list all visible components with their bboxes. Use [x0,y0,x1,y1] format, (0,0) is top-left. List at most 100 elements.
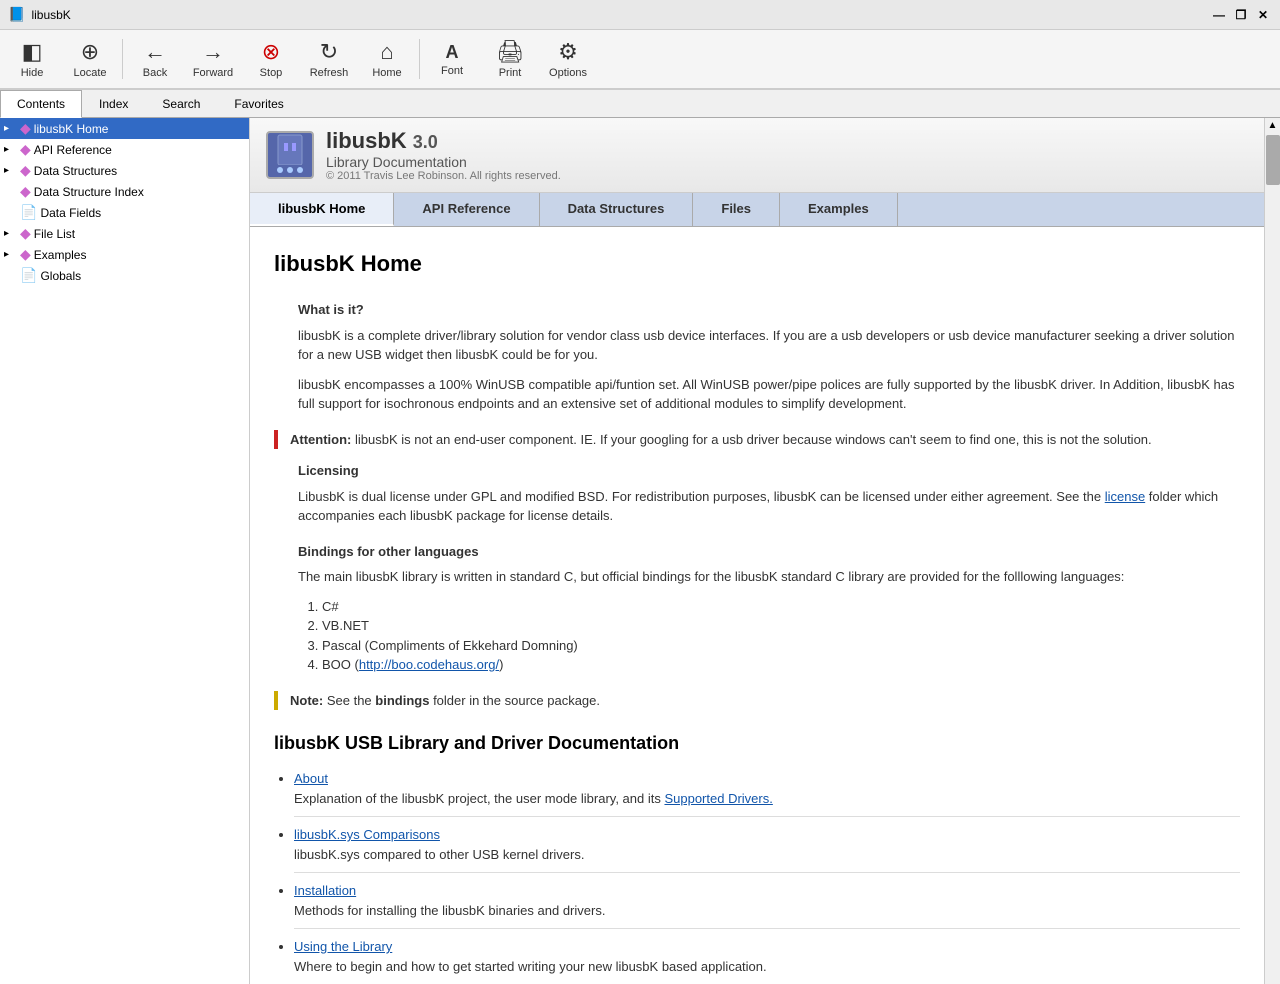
stop-icon: ⊗ [262,39,280,65]
nav-tab-home[interactable]: libusbK Home [250,193,394,226]
home-button[interactable]: ⌂ Home [359,32,415,86]
binding-3: Pascal (Compliments of Ekkehard Domning) [322,636,1240,656]
subtitle: Library Documentation [326,154,561,170]
page-title: libusbK Home [274,247,1240,280]
using-library-link[interactable]: Using the Library [294,939,392,954]
window-controls[interactable]: — ❐ ✕ [1210,6,1272,24]
sidebar-item-label-ds: Data Structures [34,164,117,178]
print-button[interactable]: 🖨 Print [482,32,538,86]
sidebar-tab-row: Contents Index Search Favorites [0,90,1280,118]
binding-1: C# [322,597,1240,617]
title-bar: 📘 libusbK — ❐ ✕ [0,0,1280,30]
note-post: folder in the source package. [429,693,600,708]
sidebar-item-examples[interactable]: ▸ ◆ Examples [0,244,249,265]
section2-title: libusbK USB Library and Driver Documenta… [274,730,1240,757]
about-link[interactable]: About [294,771,328,786]
tab-contents[interactable]: Contents [0,90,82,118]
font-label: Font [441,65,463,77]
back-icon: ← [144,39,166,65]
app-name-text: libusbK [326,128,413,153]
app-title: libusbK [31,8,70,22]
version-text: 3.0 [413,132,438,152]
bindings-list: C# VB.NET Pascal (Compliments of Ekkehar… [298,597,1240,675]
minimize-button[interactable]: — [1210,6,1228,24]
attention-text: libusbK is not an end-user component. IE… [355,432,1152,447]
sidebar-item-globals[interactable]: 📄 Globals [0,265,249,286]
licensing-section: Licensing LibusbK is dual license under … [274,461,1240,526]
ds-tree-icon: ◆ [20,162,31,179]
locate-button[interactable]: ⊕ Locate [62,32,118,86]
list-item-about: About Explanation of the libusbK project… [294,769,1240,808]
nav-tab-files[interactable]: Files [693,193,780,226]
back-label: Back [143,67,167,79]
toolbar: ◧ Hide ⊕ Locate ← Back → Forward ⊗ Stop … [0,30,1280,90]
installation-desc: Methods for installing the libusbK binar… [294,903,605,918]
logo-text: libusbK 3.0 Library Documentation © 2011… [326,128,561,182]
sidebar-item-label-gl: Globals [40,269,81,283]
refresh-icon: ↻ [320,39,338,65]
gl-tree-icon: 📄 [20,267,37,284]
close-button[interactable]: ✕ [1254,6,1272,24]
font-icon: A [446,42,459,63]
expand-icon-fl: ▸ [4,228,20,239]
home-tree-icon: ◆ [20,120,31,137]
stop-button[interactable]: ⊗ Stop [243,32,299,86]
what-is-it-title: What is it? [298,300,1240,320]
forward-button[interactable]: → Forward [185,32,241,86]
options-icon: ⚙ [558,39,578,65]
installation-link[interactable]: Installation [294,883,356,898]
sidebar-item-data-structure-index[interactable]: ◆ Data Structure Index [0,181,249,202]
options-button[interactable]: ⚙ Options [540,32,596,86]
what-is-it-p2: libusbK encompasses a 100% WinUSB compat… [298,375,1240,414]
maximize-button[interactable]: ❐ [1232,6,1250,24]
refresh-button[interactable]: ↻ Refresh [301,32,357,86]
sidebar-item-label-api: API Reference [34,143,112,157]
sidebar-item-data-fields[interactable]: 📄 Data Fields [0,202,249,223]
sidebar-item-label-df: Data Fields [40,206,101,220]
note-bold: bindings [375,693,429,708]
separator-2 [419,39,420,79]
sidebar-item-label-dsi: Data Structure Index [34,185,144,199]
sidebar-item-label-fl: File List [34,227,75,241]
attention-title: Attention: [290,432,355,447]
hide-button[interactable]: ◧ Hide [4,32,60,86]
license-link[interactable]: license [1105,489,1145,504]
note-box: Note: See the bindings folder in the sou… [274,691,1240,711]
bindings-intro: The main libusbK library is written in s… [298,567,1240,587]
libusbksys-link[interactable]: libusbK.sys Comparisons [294,827,440,842]
what-is-it-section: What is it? libusbK is a complete driver… [274,300,1240,414]
nav-tab-api[interactable]: API Reference [394,193,539,226]
locate-label: Locate [73,67,106,79]
attention-box: Attention: libusbK is not an end-user co… [274,430,1240,450]
sidebar-item-file-list[interactable]: ▸ ◆ File List [0,223,249,244]
boo-link[interactable]: http://boo.codehaus.org/ [359,657,499,672]
tab-search[interactable]: Search [145,90,217,117]
binding-4: BOO (http://boo.codehaus.org/) [322,655,1240,675]
scroll-up-button[interactable]: ▲ [1268,120,1278,131]
home-label: Home [372,67,401,79]
tab-index[interactable]: Index [82,90,145,117]
nav-tab-examples[interactable]: Examples [780,193,898,226]
sidebar-item-api-reference[interactable]: ▸ ◆ API Reference [0,139,249,160]
bindings-section: Bindings for other languages The main li… [274,542,1240,675]
hide-icon: ◧ [22,39,43,65]
font-button[interactable]: A Font [424,32,480,86]
libusbksys-desc: libusbK.sys compared to other USB kernel… [294,847,584,862]
forward-label: Forward [193,67,233,79]
nav-tab-ds[interactable]: Data Structures [540,193,694,226]
expand-icon-ex: ▸ [4,249,20,260]
supported-drivers-link[interactable]: Supported Drivers. [664,791,772,806]
scrollbar[interactable]: ▲ [1264,118,1280,984]
scrollbar-thumb[interactable] [1266,135,1280,185]
expand-icon-api: ▸ [4,144,20,155]
sidebar-item-libusbk-home[interactable]: ▸ ◆ libusbK Home [0,118,249,139]
licensing-pre: LibusbK is dual license under GPL and mo… [298,489,1105,504]
note-pre: See the [327,693,375,708]
copyright: © 2011 Travis Lee Robinson. All rights r… [326,170,561,182]
tab-favorites[interactable]: Favorites [217,90,300,117]
note-title: Note: [290,693,327,708]
sidebar-item-label: libusbK Home [34,122,109,136]
sidebar-item-data-structures[interactable]: ▸ ◆ Data Structures [0,160,249,181]
back-button[interactable]: ← Back [127,32,183,86]
hide-label: Hide [21,67,44,79]
